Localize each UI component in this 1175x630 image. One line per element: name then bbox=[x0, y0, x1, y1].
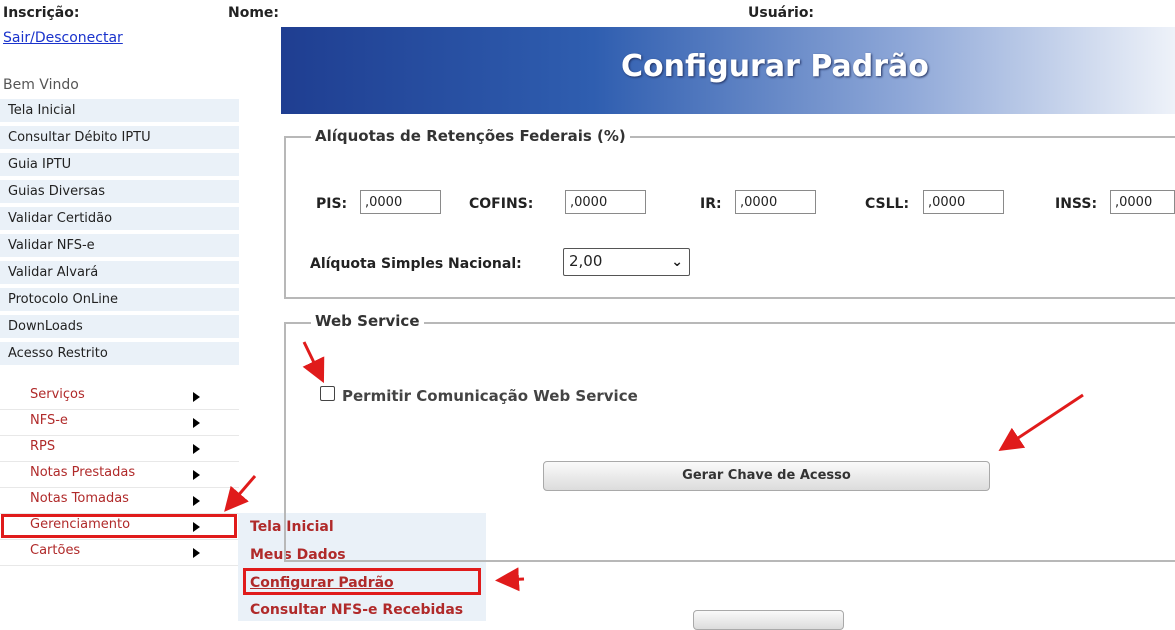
submenu-item-nfse[interactable]: NFS-e bbox=[0, 410, 239, 436]
sidebar-item-validar-certidao[interactable]: Validar Certidão bbox=[0, 207, 239, 234]
ir-label: IR: bbox=[700, 196, 722, 212]
caret-right-icon bbox=[193, 444, 200, 454]
simples-nacional-select[interactable]: 2,00 ⌄ bbox=[563, 248, 690, 276]
simples-nacional-value: 2,00 bbox=[569, 252, 603, 270]
sidebar-item-consultar-debito-iptu[interactable]: Consultar Débito IPTU bbox=[0, 126, 239, 153]
pis-input[interactable] bbox=[360, 190, 441, 214]
sidebar-item-validar-alvara[interactable]: Validar Alvará bbox=[0, 261, 239, 288]
arrow-to-configurar-padrao bbox=[495, 567, 525, 592]
inss-label: INSS: bbox=[1055, 196, 1098, 212]
usuario-label: Usuário: bbox=[748, 5, 815, 21]
submenu-item-notas-prestadas[interactable]: Notas Prestadas bbox=[0, 462, 239, 488]
cofins-input[interactable] bbox=[565, 190, 646, 214]
webservice-legend: Web Service bbox=[311, 312, 424, 330]
retencoes-legend: Alíquotas de Retenções Federais (%) bbox=[311, 127, 630, 145]
webservice-checkbox-label: Permitir Comunicação Web Service bbox=[342, 387, 638, 405]
sidebar-menu: Tela Inicial Consultar Débito IPTU Guia … bbox=[0, 99, 239, 369]
top-header: Inscrição: Nome: Usuário: bbox=[0, 0, 1175, 24]
submenu-item-label: RPS bbox=[30, 439, 56, 454]
submenu-item-label: Notas Prestadas bbox=[30, 465, 136, 480]
bottom-action-button[interactable] bbox=[693, 610, 844, 630]
cofins-label: COFINS: bbox=[469, 196, 534, 212]
submenu-item-label: Notas Tomadas bbox=[30, 491, 129, 506]
sidebar-item-acesso-restrito[interactable]: Acesso Restrito bbox=[0, 342, 239, 369]
submenu-item-label: NFS-e bbox=[30, 413, 68, 428]
csll-input[interactable] bbox=[923, 190, 1004, 214]
sidebar-item-guias-diversas[interactable]: Guias Diversas bbox=[0, 180, 239, 207]
page-banner: Configurar Padrão bbox=[281, 27, 1175, 114]
flyout-item-consultar-nfse-recebidas[interactable]: Consultar NFS-e Recebidas bbox=[250, 602, 463, 618]
inss-input[interactable] bbox=[1110, 190, 1175, 214]
configurar-padrao-highlight bbox=[243, 568, 481, 595]
caret-right-icon bbox=[193, 392, 200, 402]
generate-access-key-button[interactable]: Gerar Chave de Acesso bbox=[543, 461, 990, 491]
retencoes-border bbox=[284, 136, 1175, 299]
inscricao-label: Inscrição: bbox=[3, 5, 80, 21]
nome-label: Nome: bbox=[228, 5, 280, 21]
sidebar-item-validar-nfse[interactable]: Validar NFS-e bbox=[0, 234, 239, 261]
caret-right-icon bbox=[193, 418, 200, 428]
webservice-checkbox[interactable] bbox=[320, 386, 335, 401]
caret-right-icon bbox=[193, 470, 200, 480]
submenu-item-rps[interactable]: RPS bbox=[0, 436, 239, 462]
gerenciamento-highlight bbox=[1, 514, 237, 538]
page-title: Configurar Padrão bbox=[621, 49, 929, 84]
csll-label: CSLL: bbox=[865, 196, 910, 212]
chevron-down-icon: ⌄ bbox=[671, 254, 683, 270]
logout-link[interactable]: Sair/Desconectar bbox=[3, 30, 123, 46]
caret-right-icon bbox=[193, 548, 200, 558]
submenu-item-servicos[interactable]: Serviços bbox=[0, 384, 239, 410]
ir-input[interactable] bbox=[735, 190, 816, 214]
sidebar-item-guia-iptu[interactable]: Guia IPTU bbox=[0, 153, 239, 180]
submenu-item-notas-tomadas[interactable]: Notas Tomadas bbox=[0, 488, 239, 514]
pis-label: PIS: bbox=[316, 196, 348, 212]
submenu-item-label: Serviços bbox=[30, 387, 85, 402]
restricted-submenu: Serviços NFS-e RPS Notas Prestadas Notas… bbox=[0, 384, 239, 566]
webservice-border bbox=[284, 322, 1175, 562]
submenu-item-cartoes[interactable]: Cartões bbox=[0, 540, 239, 566]
caret-right-icon bbox=[193, 496, 200, 506]
submenu-item-label: Cartões bbox=[30, 543, 81, 558]
sidebar-item-tela-inicial[interactable]: Tela Inicial bbox=[0, 99, 239, 126]
simples-nacional-label: Alíquota Simples Nacional: bbox=[310, 256, 522, 272]
welcome-text: Bem Vindo bbox=[3, 77, 79, 93]
sidebar-item-downloads[interactable]: DownLoads bbox=[0, 315, 239, 342]
sidebar-item-protocolo-online[interactable]: Protocolo OnLine bbox=[0, 288, 239, 315]
